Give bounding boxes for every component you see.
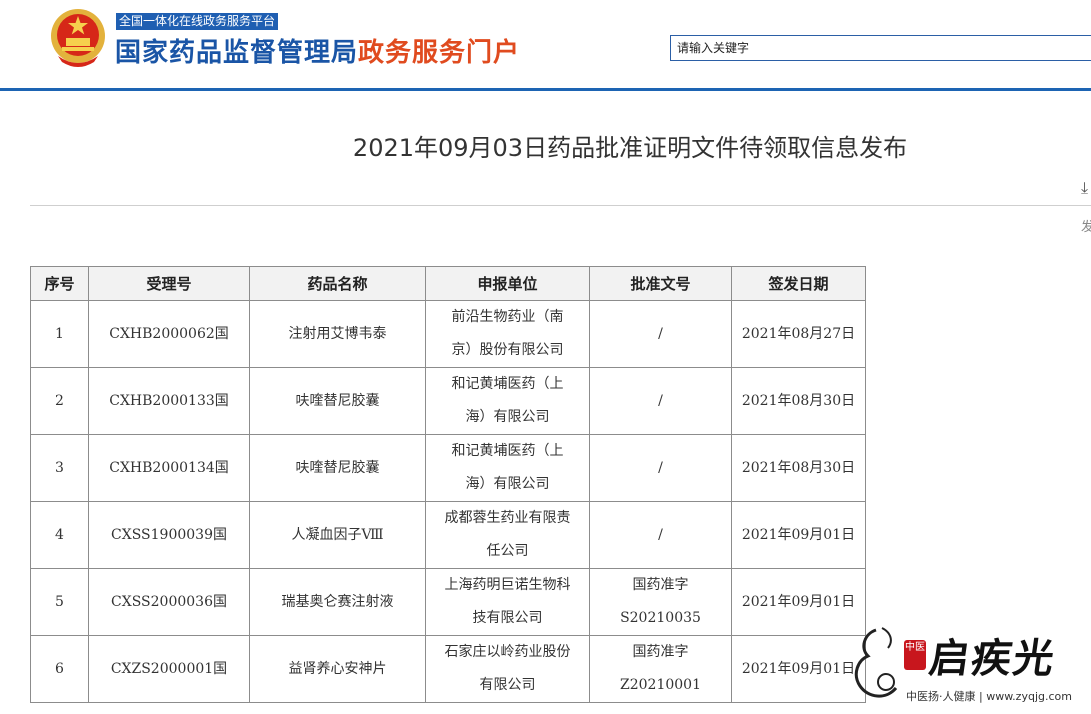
- cell-applicant: 和记黄埔医药（上 海）有限公司: [425, 434, 590, 502]
- cell-drug-name: 人凝血因子Ⅷ: [249, 501, 426, 569]
- header-divider: [0, 88, 1091, 91]
- cell-drug-name: 瑞基奥仑赛注射液: [249, 568, 426, 636]
- site-title[interactable]: 国家药品监督管理局政务服务门户: [115, 32, 520, 69]
- cell-acceptance-no: CXSS1900039国: [88, 501, 250, 569]
- table-header-row: 序号 受理号 药品名称 申报单位 批准文号 签发日期: [30, 266, 866, 301]
- cell-issue-date: 2021年09月01日: [731, 501, 866, 569]
- cell-issue-date: 2021年08月30日: [731, 434, 866, 502]
- cell-issue-date: 2021年08月27日: [731, 300, 866, 368]
- table-row: 2 CXHB2000133国 呋喹替尼胶囊 和记黄埔医药（上 海）有限公司 / 2…: [30, 367, 866, 435]
- site-title-agency: 国家药品监督管理局: [115, 38, 359, 68]
- watermark-subtitle: 中医扬·人健康 | www.zyqjg.com: [906, 690, 1072, 703]
- cell-applicant: 和记黄埔医药（上 海）有限公司: [425, 367, 590, 435]
- applicant-line: 京）股份有限公司: [451, 342, 564, 358]
- cell-applicant: 成都蓉生药业有限责 任公司: [425, 501, 590, 569]
- applicant-line: 海）有限公司: [465, 409, 550, 425]
- cell-approval-no: /: [589, 367, 732, 435]
- approval-line: /: [658, 325, 663, 342]
- cell-no: 1: [30, 300, 89, 368]
- cell-applicant: 石家庄以岭药业股份 有限公司: [425, 635, 590, 703]
- cell-acceptance-no: CXHB2000134国: [88, 434, 250, 502]
- watermark-logo-icon: [854, 627, 898, 698]
- platform-tag[interactable]: 全国一体化在线政务服务平台: [116, 13, 279, 30]
- cell-acceptance-no: CXHB2000062国: [88, 300, 250, 368]
- applicant-line: 上海药明巨诺生物科: [444, 577, 571, 593]
- download-icon[interactable]: ⤓: [1081, 178, 1088, 198]
- header-cell: 批准文号: [589, 266, 732, 301]
- cell-approval-no: /: [589, 501, 732, 569]
- applicant-line: 和记黄埔医药（上: [451, 376, 564, 392]
- search-input[interactable]: [670, 35, 1091, 61]
- approval-table: 序号 受理号 药品名称 申报单位 批准文号 签发日期 1 CXHB2000062…: [30, 266, 866, 703]
- applicant-line: 技有限公司: [472, 610, 543, 626]
- cell-drug-name: 益肾养心安神片: [249, 635, 426, 703]
- header-cell: 签发日期: [731, 266, 866, 301]
- table-row: 1 CXHB2000062国 注射用艾博韦泰 前沿生物药业（南 京）股份有限公司 …: [30, 300, 866, 368]
- header-cell: 序号: [30, 266, 89, 301]
- table-row: 4 CXSS1900039国 人凝血因子Ⅷ 成都蓉生药业有限责 任公司 / 202…: [30, 501, 866, 569]
- applicant-line: 有限公司: [479, 677, 536, 693]
- approval-line: S20210035: [620, 610, 701, 626]
- applicant-line: 任公司: [486, 543, 529, 559]
- cell-issue-date: 2021年08月30日: [731, 367, 866, 435]
- header-cell: 受理号: [88, 266, 250, 301]
- cell-acceptance-no: CXHB2000133国: [88, 367, 250, 435]
- header-cell: 申报单位: [425, 266, 590, 301]
- cell-acceptance-no: CXSS2000036国: [88, 568, 250, 636]
- site-header: 全国一体化在线政务服务平台 国家药品监督管理局政务服务门户: [0, 0, 1091, 88]
- approval-line: /: [658, 392, 663, 409]
- cell-drug-name: 注射用艾博韦泰: [249, 300, 426, 368]
- header-cell: 药品名称: [249, 266, 426, 301]
- approval-line: Z20210001: [620, 677, 701, 693]
- applicant-line: 和记黄埔医药（上: [451, 443, 564, 459]
- cell-no: 3: [30, 434, 89, 502]
- cell-no: 6: [30, 635, 89, 703]
- title-divider: [30, 205, 1091, 206]
- table-row: 3 CXHB2000134国 呋喹替尼胶囊 和记黄埔医药（上 海）有限公司 / 2…: [30, 434, 866, 502]
- applicant-line: 海）有限公司: [465, 476, 550, 492]
- site-watermark: 中医 启疾光 中医扬·人健康 | www.zyqjg.com: [840, 618, 1091, 714]
- cell-applicant: 前沿生物药业（南 京）股份有限公司: [425, 300, 590, 368]
- cell-drug-name: 呋喹替尼胶囊: [249, 367, 426, 435]
- national-emblem-icon: [51, 9, 105, 67]
- page-title: 2021年09月03日药品批准证明文件待领取信息发布: [352, 134, 908, 162]
- applicant-line: 成都蓉生药业有限责: [444, 510, 571, 526]
- cell-approval-no: 国药准字 Z20210001: [589, 635, 732, 703]
- cell-approval-no: /: [589, 300, 732, 368]
- site-title-portal: 政务服务门户: [358, 38, 521, 68]
- applicant-line: 石家庄以岭药业股份: [444, 644, 571, 660]
- watermark-seal: 中医: [904, 640, 926, 670]
- cell-acceptance-no: CXZS2000001国: [88, 635, 250, 703]
- cell-approval-no: 国药准字 S20210035: [589, 568, 732, 636]
- table-row: 6 CXZS2000001国 益肾养心安神片 石家庄以岭药业股份 有限公司 国药准…: [30, 635, 866, 703]
- approval-line: 国药准字: [632, 577, 689, 593]
- cell-approval-no: /: [589, 434, 732, 502]
- approval-line: /: [658, 459, 663, 476]
- approval-line: 国药准字: [632, 644, 689, 660]
- watermark-brand: 启疾光: [926, 635, 1059, 682]
- cell-applicant: 上海药明巨诺生物科 技有限公司: [425, 568, 590, 636]
- applicant-line: 前沿生物药业（南: [451, 309, 564, 325]
- cell-no: 2: [30, 367, 89, 435]
- table-row: 5 CXSS2000036国 瑞基奥仑赛注射液 上海药明巨诺生物科 技有限公司 国…: [30, 568, 866, 636]
- approval-line: /: [658, 526, 663, 543]
- cell-drug-name: 呋喹替尼胶囊: [249, 434, 426, 502]
- cell-no: 4: [30, 501, 89, 569]
- publish-label: 发: [1081, 220, 1091, 235]
- cell-no: 5: [30, 568, 89, 636]
